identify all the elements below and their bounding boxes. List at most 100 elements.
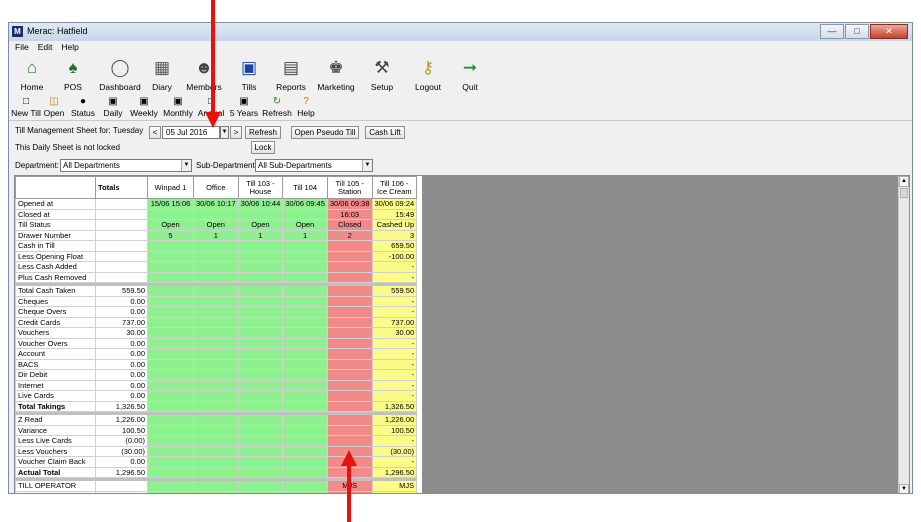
till-cell[interactable] (147, 250, 194, 262)
till-cell[interactable] (193, 390, 239, 402)
toolbar-members-button[interactable]: ☻ Members (179, 55, 229, 93)
till-cell[interactable]: 1 (237, 229, 284, 241)
toolbar-home-button[interactable]: ⌂ Home (13, 55, 51, 93)
till-cell[interactable]: Open (193, 219, 239, 231)
till-cell[interactable] (147, 295, 194, 307)
till-cell[interactable] (147, 261, 194, 273)
till-cell[interactable] (282, 327, 328, 339)
header-till-106[interactable]: Till 106 - Ice Cream (371, 176, 418, 199)
till-cell[interactable] (326, 261, 373, 273)
status-button[interactable]: ● Status (67, 95, 99, 121)
till-cell[interactable] (282, 358, 328, 370)
till-cell[interactable] (193, 261, 239, 273)
till-cell[interactable]: 559.50 (371, 285, 418, 297)
till-cell[interactable] (282, 414, 328, 426)
till-cell[interactable] (282, 208, 328, 220)
toolbar-marketing-button[interactable]: ♚ Marketing (313, 55, 359, 93)
date-dropdown-icon[interactable]: ▼ (220, 126, 229, 139)
till-cell[interactable]: 1,226.00 (371, 414, 418, 426)
menu-file[interactable]: File (15, 41, 29, 54)
till-cell[interactable]: - (371, 306, 418, 318)
till-cell[interactable] (193, 327, 239, 339)
till-cell[interactable] (326, 369, 373, 381)
till-cell[interactable] (282, 379, 328, 391)
sub-department-select[interactable]: All Sub-Departments ▼ (255, 159, 373, 172)
till-cell[interactable]: Closed (326, 219, 373, 231)
till-cell[interactable] (147, 424, 194, 436)
header-winpad-1[interactable]: Winpad 1 (147, 176, 194, 199)
till-cell[interactable]: 30/06 09:24 (371, 198, 418, 210)
till-cell[interactable] (237, 295, 284, 307)
till-cell[interactable] (147, 271, 194, 283)
till-cell[interactable] (193, 445, 239, 457)
till-cell[interactable] (237, 271, 284, 283)
till-cell[interactable] (237, 379, 284, 391)
till-cell[interactable] (326, 316, 373, 328)
till-cell[interactable]: - (371, 435, 418, 447)
till-cell[interactable] (237, 414, 284, 426)
till-cell[interactable] (237, 369, 284, 381)
till-cell[interactable] (282, 240, 328, 252)
till-cell[interactable]: - (371, 358, 418, 370)
till-cell[interactable] (282, 369, 328, 381)
till-cell[interactable] (237, 456, 284, 468)
toolbar-setup-button[interactable]: ⚒ Setup (359, 55, 405, 93)
toolbar-dashboard-button[interactable]: ◯ Dashboard (95, 55, 145, 93)
till-cell[interactable]: 1,326.50 (371, 400, 418, 412)
till-cell[interactable] (326, 271, 373, 283)
minimize-button[interactable]: — (820, 24, 844, 39)
till-cell[interactable] (282, 295, 328, 307)
till-cell[interactable]: 30/06 10:44 (237, 198, 284, 210)
till-cell[interactable] (282, 261, 328, 273)
till-cell[interactable] (147, 480, 194, 492)
till-cell[interactable] (282, 390, 328, 402)
till-cell[interactable]: 5 (147, 229, 194, 241)
refresh-toolbar-button[interactable]: ↻ Refresh (261, 95, 293, 121)
close-button[interactable]: ✕ (870, 24, 908, 39)
till-cell[interactable]: 16:03 (326, 208, 373, 220)
cash-lift-button[interactable]: Cash Lift (365, 126, 405, 139)
till-cell[interactable] (147, 240, 194, 252)
till-cell[interactable]: 3 (371, 229, 418, 241)
till-cell[interactable] (326, 435, 373, 447)
maximize-button[interactable]: □ (845, 24, 869, 39)
till-cell[interactable] (326, 358, 373, 370)
till-cell[interactable]: - (371, 369, 418, 381)
till-cell[interactable] (282, 250, 328, 262)
till-cell[interactable] (237, 261, 284, 273)
till-cell[interactable] (326, 295, 373, 307)
scroll-thumb[interactable] (900, 188, 908, 198)
till-cell[interactable] (237, 306, 284, 318)
till-cell[interactable] (147, 490, 194, 493)
open-button[interactable]: ◫ Open (41, 95, 67, 121)
till-cell[interactable] (237, 480, 284, 492)
till-cell[interactable] (237, 348, 284, 360)
scroll-up-icon[interactable]: ▲ (899, 176, 909, 187)
till-cell[interactable] (193, 250, 239, 262)
till-cell[interactable] (237, 400, 284, 412)
till-cell[interactable] (326, 240, 373, 252)
till-cell[interactable]: - (371, 271, 418, 283)
till-cell[interactable]: 100.50 (371, 424, 418, 436)
till-cell[interactable] (326, 327, 373, 339)
till-cell[interactable] (147, 208, 194, 220)
till-cell[interactable] (282, 466, 328, 478)
till-cell[interactable]: - (371, 261, 418, 273)
till-cell[interactable] (282, 435, 328, 447)
till-cell[interactable] (147, 400, 194, 412)
toolbar-tills-button[interactable]: ▣ Tills (229, 55, 269, 93)
till-cell[interactable] (147, 306, 194, 318)
till-cell[interactable]: 1 (193, 229, 239, 241)
till-cell[interactable]: - (371, 456, 418, 468)
till-cell[interactable]: - (371, 348, 418, 360)
till-cell[interactable] (193, 316, 239, 328)
till-cell[interactable]: 30/06 10:17 (193, 198, 239, 210)
help-button[interactable]: ? Help (293, 95, 319, 121)
till-cell[interactable]: Open (237, 219, 284, 231)
till-cell[interactable] (282, 271, 328, 283)
till-cell[interactable] (282, 445, 328, 457)
till-cell[interactable] (237, 390, 284, 402)
till-cell[interactable] (193, 379, 239, 391)
till-cell[interactable]: Open (282, 219, 328, 231)
till-cell[interactable] (326, 285, 373, 297)
